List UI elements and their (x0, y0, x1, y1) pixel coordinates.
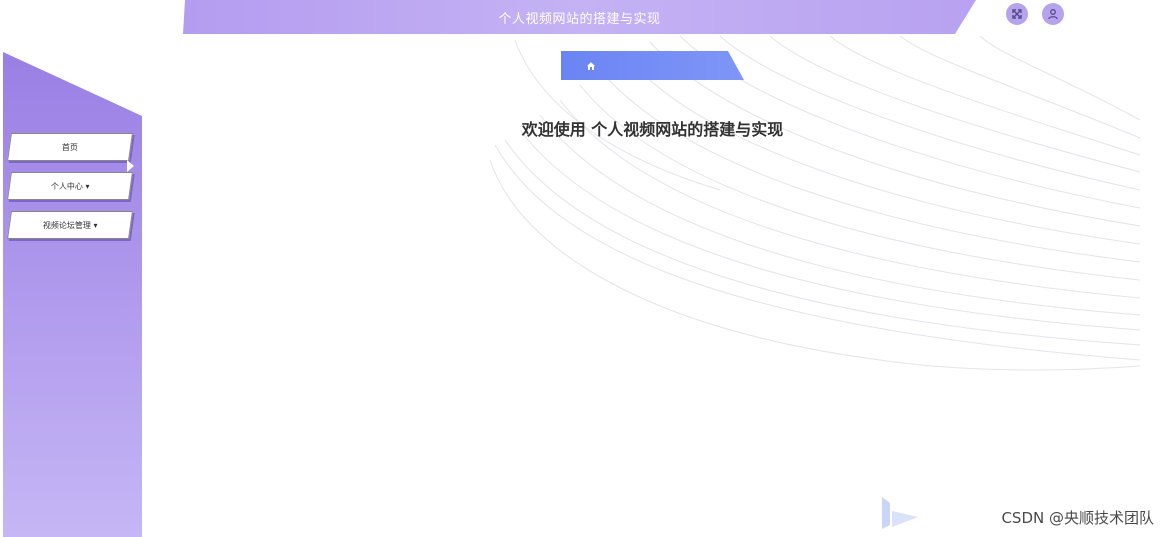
watermark: CSDN @央顺技术团队 (1001, 509, 1154, 527)
welcome-heading: 欢迎使用 个人视频网站的搭建与实现 (521, 120, 784, 139)
sidebar-item-label: 视频论坛管理 ▾ (42, 220, 98, 230)
background-wave-lines (489, 35, 1141, 371)
home-icon (587, 61, 595, 70)
sidebar-item-home[interactable]: 首页 (7, 133, 133, 161)
header-banner: 个人视频网站的搭建与实现 (183, 0, 976, 34)
sidebar-item-label: 个人中心 ▾ (50, 181, 90, 191)
active-indicator (127, 160, 134, 172)
user-icon[interactable] (1042, 3, 1064, 25)
sidebar-item-video-forum-management[interactable]: 视频论坛管理 ▾ (7, 211, 133, 239)
sidebar-item-personal-center[interactable]: 个人中心 ▾ (7, 172, 133, 200)
decorative-logo (882, 497, 918, 529)
sidebar-item-label: 首页 (62, 142, 78, 152)
app-title: 个人视频网站的搭建与实现 (498, 11, 661, 27)
breadcrumb[interactable] (561, 51, 744, 80)
fullscreen-icon[interactable] (1006, 3, 1028, 25)
